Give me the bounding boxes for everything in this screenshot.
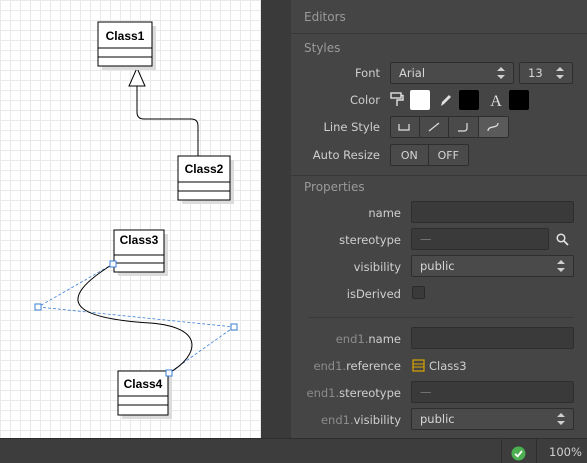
stereotype-input[interactable]: — [411, 228, 549, 250]
rectilinear-line-icon [398, 124, 410, 131]
select-arrows-icon [557, 260, 565, 272]
oblique-line-icon [428, 122, 440, 132]
check-circle-bg [511, 446, 526, 461]
association-edge[interactable] [77, 263, 193, 374]
select-arrows-icon [557, 413, 565, 425]
diagram-svg: Class1 Class2 Class3 Class4 [34, 21, 238, 419]
class-icon [412, 359, 425, 372]
end1-visibility-select[interactable]: public [411, 408, 574, 430]
editors-title: Editors [304, 10, 346, 24]
styles-title: Styles [304, 41, 341, 55]
pencil-icon [441, 95, 451, 106]
bezier-handle-control-1[interactable] [34, 303, 42, 311]
panel-splitter[interactable] [261, 0, 291, 438]
class-name-class1: Class1 [106, 29, 145, 43]
font-size-select[interactable]: 13 [519, 62, 573, 84]
end1-name-input[interactable] [411, 327, 574, 349]
editors-panel: Editors Styles Font Arial 13 Color A Lin… [291, 0, 587, 438]
rounded-rectilinear-line-icon [458, 123, 468, 132]
bezier-control-line-1 [37, 263, 114, 308]
status-bar: 100% [0, 438, 587, 463]
generalization-arrowhead [128, 66, 146, 87]
check-circle-icon[interactable] [511, 446, 526, 461]
font-label: Font [354, 66, 380, 80]
line-style-rounded-rectilinear[interactable] [449, 117, 479, 137]
line-style-oblique[interactable] [419, 117, 450, 137]
font-size-value: 13 [528, 66, 543, 80]
fill-color-swatch[interactable] [410, 90, 430, 110]
class-box-class1[interactable]: Class1 [97, 21, 156, 70]
class-box-class2[interactable]: Class2 [177, 155, 234, 204]
font-family-value: Arial [399, 66, 426, 80]
class-name-class2: Class2 [185, 162, 224, 176]
line-style-curve[interactable] [478, 117, 508, 137]
divider [308, 317, 574, 318]
color-label: Color [349, 93, 380, 107]
divider [291, 175, 587, 176]
font-color-icon: A [490, 93, 502, 109]
select-arrows-icon [497, 67, 505, 79]
class-name-class3: Class3 [120, 233, 159, 247]
line-style-label: Line Style [323, 120, 380, 134]
status-divider [501, 439, 502, 463]
search-icon[interactable] [556, 233, 569, 246]
class-box-class4[interactable]: Class4 [117, 370, 172, 419]
line-style-group [390, 116, 509, 138]
select-arrows-icon [556, 67, 564, 79]
bezier-handle-start[interactable] [109, 260, 117, 268]
line-color-swatch[interactable] [459, 90, 479, 110]
end1-visibility-value: public [420, 412, 455, 426]
svg-text:A: A [490, 93, 502, 109]
curve-line-icon [487, 122, 499, 132]
visibility-select[interactable]: public [411, 255, 574, 277]
end1-stereotype-input[interactable]: — [411, 381, 574, 403]
end1-name-label: end1.name [335, 332, 401, 346]
visibility-label: visibility [353, 260, 401, 274]
end1-stereotype-label: end1.stereotype [306, 386, 402, 400]
bezier-handle-end[interactable] [165, 369, 173, 377]
auto-resize-on-button[interactable]: ON [391, 145, 429, 165]
bezier-handle-control-2[interactable] [230, 323, 238, 331]
font-family-select[interactable]: Arial [390, 62, 514, 84]
auto-resize-off-button[interactable]: OFF [428, 145, 468, 165]
end1-reference-label: end1.reference [313, 359, 401, 373]
divider [291, 33, 587, 34]
generalization-edge[interactable] [136, 86, 199, 156]
auto-resize-label: Auto Resize [312, 148, 380, 162]
isderived-checkbox[interactable] [412, 286, 425, 299]
end1-visibility-label: end1.visibility [320, 413, 401, 427]
stereotype-label: stereotype [339, 233, 401, 247]
stereotype-value: — [420, 232, 432, 246]
isderived-label: isDerived [346, 287, 401, 301]
auto-resize-toggle: ON OFF [390, 144, 469, 166]
visibility-value: public [420, 259, 455, 273]
paint-roller-icon [390, 92, 404, 106]
zoom-level[interactable]: 100% [549, 445, 582, 459]
font-color-swatch[interactable] [509, 90, 529, 110]
name-input[interactable] [411, 201, 574, 223]
end1-reference-value[interactable]: Class3 [429, 359, 467, 373]
diagram-canvas[interactable]: Class1 Class2 Class3 Class4 [0, 0, 261, 438]
properties-title: Properties [304, 180, 365, 194]
class-name-class4: Class4 [124, 377, 163, 391]
end1-stereotype-value: — [420, 385, 432, 399]
line-style-rectilinear[interactable] [391, 117, 420, 137]
class-box-class3[interactable]: Class3 [113, 229, 168, 276]
name-label: name [368, 206, 401, 220]
bezier-control-line-2 [37, 306, 235, 328]
status-divider [536, 439, 537, 463]
